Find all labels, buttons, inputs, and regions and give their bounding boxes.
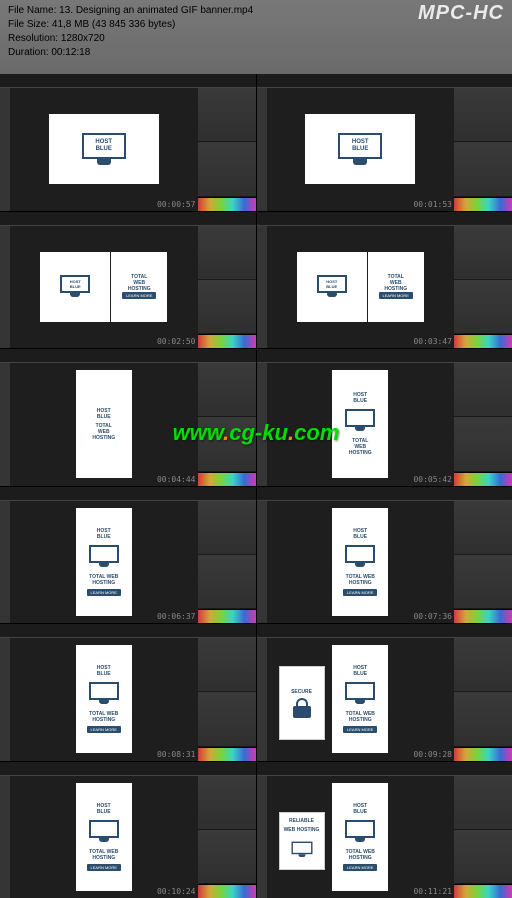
filename-label: File Name:	[8, 5, 56, 16]
swatches-icon	[454, 609, 512, 623]
resolution-value: 1280x720	[61, 33, 105, 44]
thumb-2[interactable]: HOSTBLUE 00:01:53	[257, 74, 512, 211]
lock-icon	[293, 698, 311, 718]
thumb-10[interactable]: SECURE HOSTBLUE TOTAL WEB HOSTING LEARN …	[257, 624, 512, 761]
banner-canvas: HOSTBLUE TOTALWEBHOSTING LEARN MORE	[40, 252, 167, 322]
swatches-icon	[198, 472, 256, 486]
swatches-icon	[198, 334, 256, 348]
reliable-overlay: RELIABLE WEB HOSTING	[279, 812, 325, 870]
thumbnail-grid: HOSTBLUE 00:00:57 HOSTBLUE 00:01:53	[0, 74, 512, 898]
banner-canvas: HOSTBLUE TOTAL WEB HOSTING LEARN MORE	[76, 508, 132, 616]
banner-canvas: HOSTBLUE	[49, 114, 159, 184]
banner-canvas: HOSTBLUE TOTAL WEB HOSTING LEARN MORE	[332, 783, 388, 891]
learn-more-button: LEARN MORE	[87, 864, 121, 871]
learn-more-button: LEARN MORE	[379, 292, 413, 299]
duration-value: 00:12:18	[51, 47, 90, 58]
swatches-icon	[198, 747, 256, 761]
player-logo: MPC-HC	[418, 6, 504, 20]
file-info-bar: File Name: 13. Designing an animated GIF…	[0, 0, 512, 74]
timestamp: 00:07:36	[413, 612, 452, 621]
banner-canvas: HOSTBLUE TOTAL WEB HOSTING LEARN MORE	[332, 645, 388, 753]
filesize-label: File Size:	[8, 19, 49, 30]
learn-more-button: LEARN MORE	[87, 726, 121, 733]
learn-more-button: LEARN MORE	[343, 589, 377, 596]
monitor-icon	[345, 545, 375, 569]
timestamp: 00:00:57	[157, 200, 196, 209]
filename-value: 13. Designing an animated GIF banner.mp4	[59, 5, 253, 16]
thumb-11[interactable]: HOSTBLUE TOTAL WEB HOSTING LEARN MORE 00…	[0, 762, 256, 898]
thumb-1[interactable]: HOSTBLUE 00:00:57	[0, 74, 256, 211]
thumb-6[interactable]: HOSTBLUE TOTALWEBHOSTING 00:05:42	[257, 349, 512, 486]
duration-label: Duration:	[8, 47, 49, 58]
resolution-label: Resolution:	[8, 33, 58, 44]
monitor-icon: HOSTBLUE	[317, 275, 347, 299]
timestamp: 00:05:42	[413, 475, 452, 484]
monitor-icon: HOSTBLUE	[60, 275, 90, 299]
thumb-12[interactable]: RELIABLE WEB HOSTING HOSTBLUE TOTAL WEB …	[257, 762, 512, 898]
timestamp: 00:06:37	[157, 612, 196, 621]
swatches-icon	[198, 884, 256, 898]
swatches-icon	[454, 884, 512, 898]
learn-more-button: LEARN MORE	[122, 292, 156, 299]
learn-more-button: LEARN MORE	[343, 864, 377, 871]
thumb-4[interactable]: HOSTBLUE TOTALWEBHOSTING LEARN MORE 00:0…	[257, 212, 512, 349]
monitor-icon	[291, 841, 312, 858]
timestamp: 00:03:47	[413, 337, 452, 346]
banner-canvas: HOSTBLUE TOTALWEBHOSTING	[332, 370, 388, 478]
thumb-5[interactable]: HOSTBLUE TOTALWEBHOSTING 00:04:44	[0, 349, 256, 486]
thumb-3[interactable]: HOSTBLUE TOTALWEBHOSTING LEARN MORE 00:0…	[0, 212, 256, 349]
swatches-icon	[454, 472, 512, 486]
banner-canvas: HOSTBLUE TOTAL WEB HOSTING LEARN MORE	[332, 508, 388, 616]
learn-more-button: LEARN MORE	[87, 589, 121, 596]
banner-canvas: HOSTBLUE TOTAL WEB HOSTING LEARN MORE	[76, 645, 132, 753]
timestamp: 00:09:28	[413, 750, 452, 759]
monitor-icon	[89, 682, 119, 706]
monitor-icon: HOSTBLUE	[338, 133, 382, 165]
monitor-icon: HOSTBLUE	[82, 133, 126, 165]
timestamp: 00:11:21	[413, 887, 452, 896]
filesize-value: 41,8 MB (43 845 336 bytes)	[52, 19, 175, 30]
banner-canvas: HOSTBLUE TOTALWEBHOSTING	[76, 370, 132, 478]
monitor-icon	[345, 682, 375, 706]
timestamp: 00:02:50	[157, 337, 196, 346]
thumb-8[interactable]: HOSTBLUE TOTAL WEB HOSTING LEARN MORE 00…	[257, 487, 512, 624]
swatches-icon	[454, 334, 512, 348]
monitor-icon	[89, 820, 119, 844]
thumb-7[interactable]: HOSTBLUE TOTAL WEB HOSTING LEARN MORE 00…	[0, 487, 256, 624]
timestamp: 00:10:24	[157, 887, 196, 896]
learn-more-button: LEARN MORE	[343, 726, 377, 733]
swatches-icon	[454, 747, 512, 761]
timestamp: 00:08:31	[157, 750, 196, 759]
swatches-icon	[198, 197, 256, 211]
monitor-icon	[89, 545, 119, 569]
banner-canvas: HOSTBLUE	[305, 114, 415, 184]
banner-canvas: HOSTBLUE TOTAL WEB HOSTING LEARN MORE	[76, 783, 132, 891]
thumb-9[interactable]: HOSTBLUE TOTAL WEB HOSTING LEARN MORE 00…	[0, 624, 256, 761]
monitor-icon	[345, 820, 375, 844]
monitor-icon	[345, 409, 375, 433]
banner-canvas: HOSTBLUE TOTALWEBHOSTING LEARN MORE	[297, 252, 424, 322]
swatches-icon	[198, 609, 256, 623]
timestamp: 00:01:53	[413, 200, 452, 209]
secure-overlay: SECURE	[279, 666, 325, 740]
watermark: www.cg-ku.com	[173, 420, 340, 446]
swatches-icon	[454, 197, 512, 211]
timestamp: 00:04:44	[157, 475, 196, 484]
